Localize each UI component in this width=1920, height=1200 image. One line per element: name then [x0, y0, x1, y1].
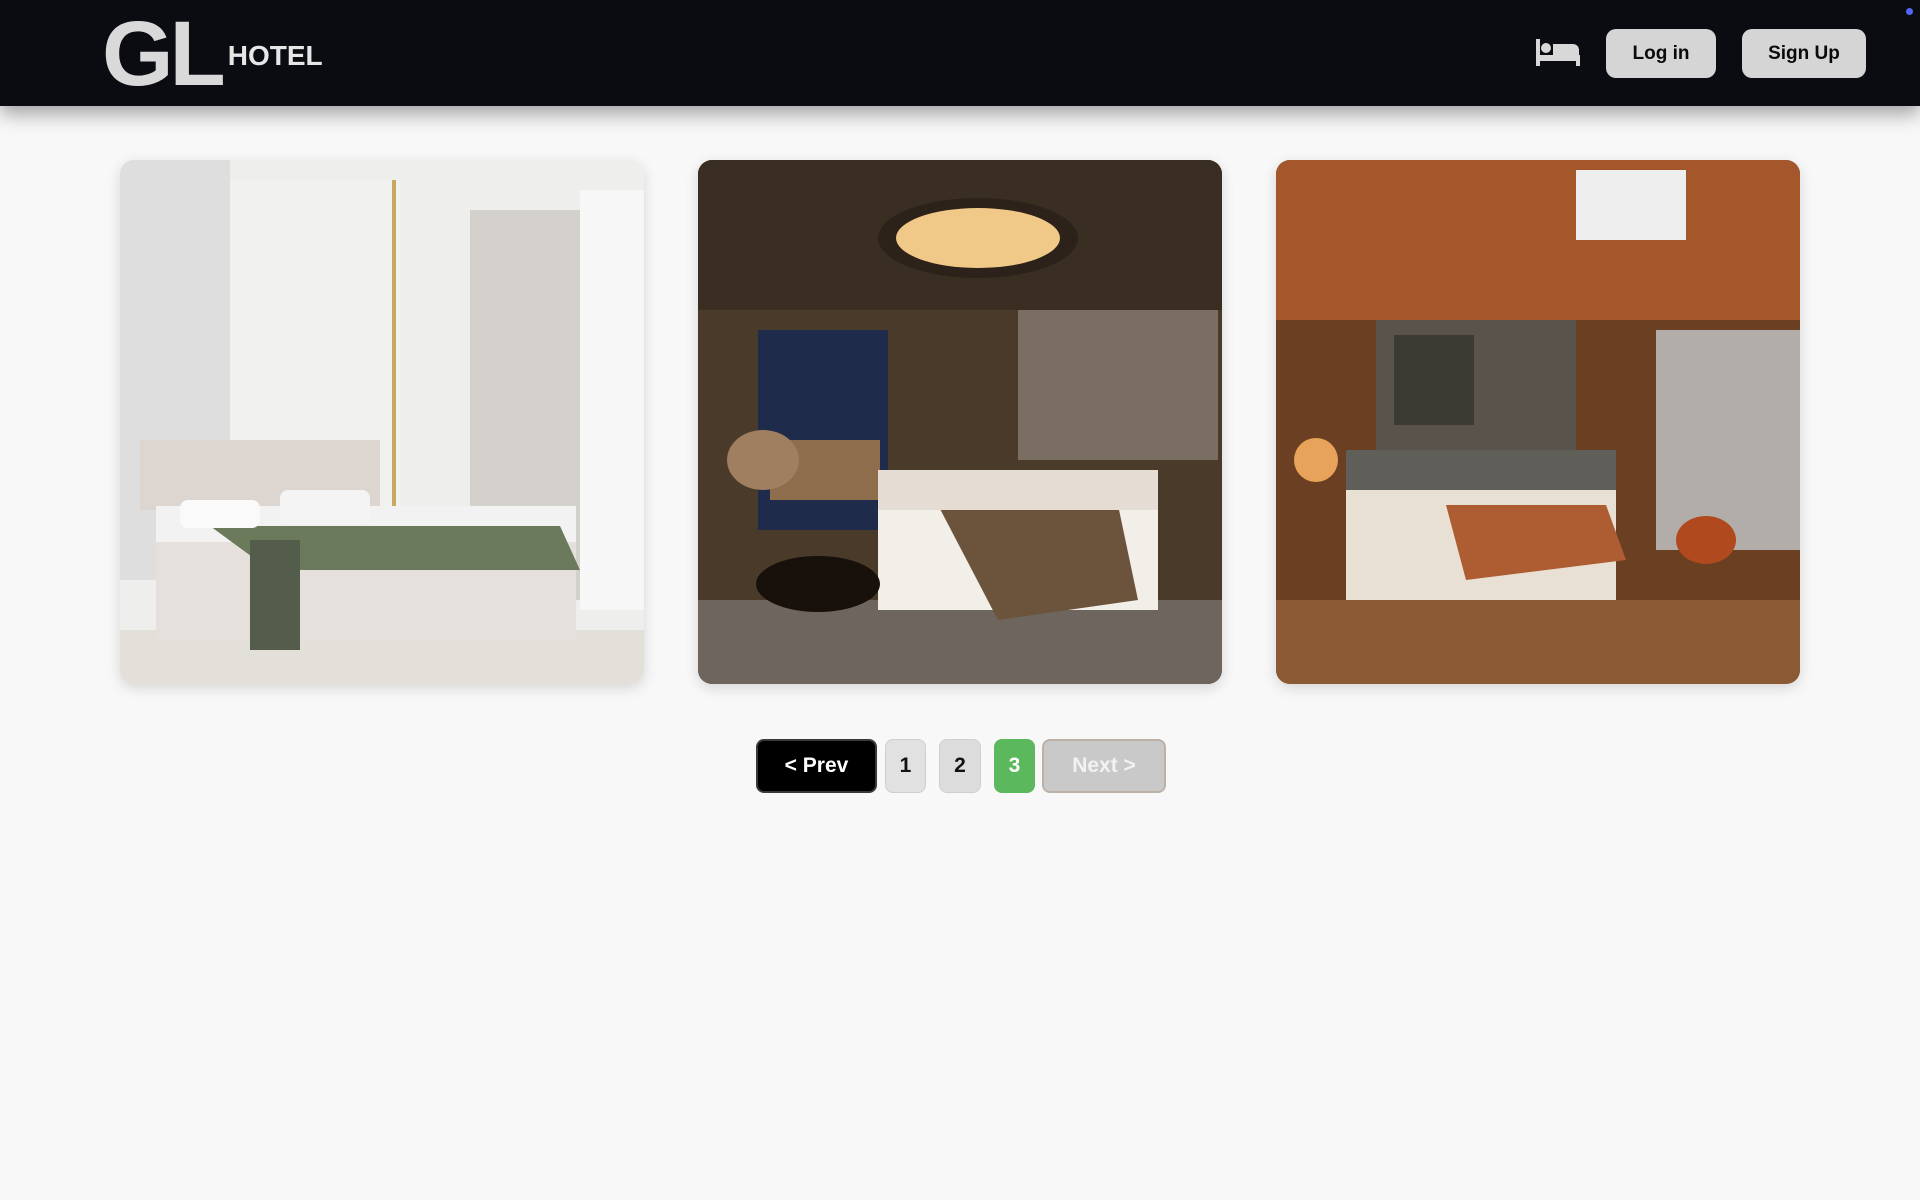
page-2-button[interactable]: 2	[939, 739, 981, 793]
logo-word: HOTEL	[227, 40, 323, 71]
prev-page-button[interactable]: < Prev	[756, 739, 877, 793]
login-button[interactable]: Log in	[1606, 29, 1716, 78]
room-photo	[698, 160, 1222, 684]
room-photo	[120, 160, 644, 684]
room-card[interactable]	[1276, 160, 1800, 684]
hotel-logo[interactable]: GL HOTEL	[102, 3, 323, 105]
bed-icon[interactable]	[1534, 36, 1582, 68]
room-card[interactable]	[120, 160, 644, 684]
room-photo	[1276, 160, 1800, 684]
top-navbar: GL HOTEL Log in Sign Up	[0, 0, 1920, 106]
next-page-button-disabled[interactable]: Next >	[1042, 739, 1166, 793]
signup-button[interactable]: Sign Up	[1742, 29, 1866, 78]
page-1-button[interactable]: 1	[885, 739, 926, 793]
logo-letters: GL	[102, 3, 226, 105]
room-card[interactable]	[698, 160, 1222, 684]
status-dot	[1906, 8, 1913, 15]
page-3-button-active[interactable]: 3	[994, 739, 1035, 793]
